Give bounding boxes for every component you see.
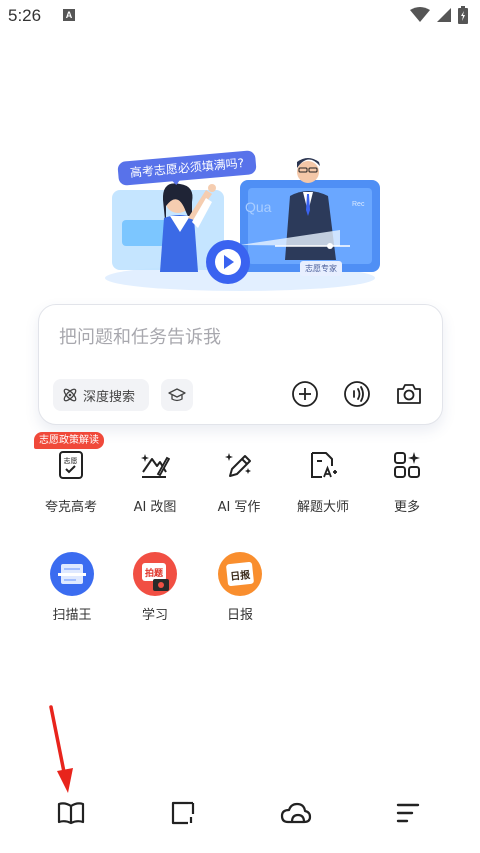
status-time: 5:26 bbox=[8, 6, 42, 25]
tool-label: 解题大师 bbox=[296, 500, 349, 515]
tool-label: AI 改图 bbox=[133, 500, 177, 515]
tool-kuake-gaokao[interactable]: 志愿 夸克高考 bbox=[26, 450, 116, 516]
ask-input[interactable] bbox=[59, 327, 419, 348]
signal-icon bbox=[437, 8, 451, 22]
svg-text:志愿: 志愿 bbox=[64, 456, 78, 465]
battery-icon bbox=[458, 6, 468, 24]
notification-icon: A bbox=[63, 9, 75, 21]
nav-tabs[interactable] bbox=[163, 793, 203, 833]
ai-write-icon bbox=[225, 453, 251, 477]
tool-label: 夸克高考 bbox=[44, 500, 97, 515]
app-label: 日报 bbox=[226, 608, 253, 623]
hero-bubble-tail bbox=[169, 177, 183, 186]
tool-more[interactable]: 更多 bbox=[362, 450, 452, 516]
tool-solve-master[interactable]: 解题大师 bbox=[278, 450, 368, 516]
deep-search-label: 深度搜索 bbox=[83, 389, 136, 405]
scanner-icon bbox=[50, 552, 94, 596]
wifi-icon bbox=[410, 7, 430, 22]
menu-icon bbox=[396, 803, 420, 823]
app-label: 学习 bbox=[141, 608, 168, 623]
tool-ai-write[interactable]: AI 写作 bbox=[194, 450, 284, 516]
hero-illustration[interactable]: Qua Rec 高考志愿必须填满吗? 志愿专家 bbox=[100, 150, 385, 295]
tool-label: AI 写作 bbox=[217, 500, 261, 515]
voice-wave-icon bbox=[344, 381, 370, 407]
tool-ai-edit-image[interactable]: AI 改图 bbox=[110, 450, 200, 516]
app-scanner[interactable]: 扫描王 bbox=[37, 552, 107, 624]
app-label: 扫描王 bbox=[52, 608, 92, 623]
study-icon-text: 拍题 bbox=[145, 567, 164, 579]
grid-more-icon bbox=[394, 452, 420, 478]
tool-label: 更多 bbox=[393, 500, 420, 515]
nav-bookmarks[interactable] bbox=[51, 793, 91, 833]
status-bar: 5:26 A bbox=[0, 0, 480, 34]
hero-screen-text: Qua bbox=[245, 199, 272, 215]
tabs-icon bbox=[171, 801, 195, 825]
ask-input-card: 深度搜索 bbox=[38, 304, 443, 425]
bottom-nav bbox=[0, 793, 480, 833]
hero-screen-rec: Rec bbox=[352, 201, 365, 208]
camera-button[interactable] bbox=[394, 379, 424, 409]
camera-icon bbox=[397, 384, 421, 404]
deep-search-button[interactable]: 深度搜索 bbox=[53, 379, 149, 411]
graduation-cap-icon bbox=[168, 388, 186, 402]
book-icon bbox=[57, 802, 85, 825]
hero-tag: 志愿专家 bbox=[300, 261, 342, 276]
policy-badge: 志愿政策解读 bbox=[34, 432, 104, 449]
nav-menu[interactable] bbox=[388, 793, 428, 833]
status-icons bbox=[410, 6, 468, 24]
voice-button[interactable] bbox=[342, 379, 372, 409]
add-button[interactable] bbox=[290, 379, 320, 409]
exam-doc-icon: 志愿 bbox=[59, 451, 83, 479]
app-study[interactable]: 拍题 学习 bbox=[120, 552, 190, 624]
red-arrow-annotation bbox=[49, 705, 73, 793]
app-daily[interactable]: 日报 日报 bbox=[205, 552, 275, 624]
education-mode-button[interactable] bbox=[161, 379, 193, 411]
atom-icon bbox=[63, 388, 77, 402]
daily-icon: 日报 bbox=[218, 552, 262, 596]
ai-edit-image-icon bbox=[141, 454, 170, 478]
plus-circle-icon bbox=[292, 381, 318, 407]
solve-doc-icon bbox=[311, 452, 337, 478]
cloud-icon bbox=[280, 802, 312, 824]
study-icon: 拍题 bbox=[133, 552, 177, 596]
nav-cloud[interactable] bbox=[276, 793, 316, 833]
